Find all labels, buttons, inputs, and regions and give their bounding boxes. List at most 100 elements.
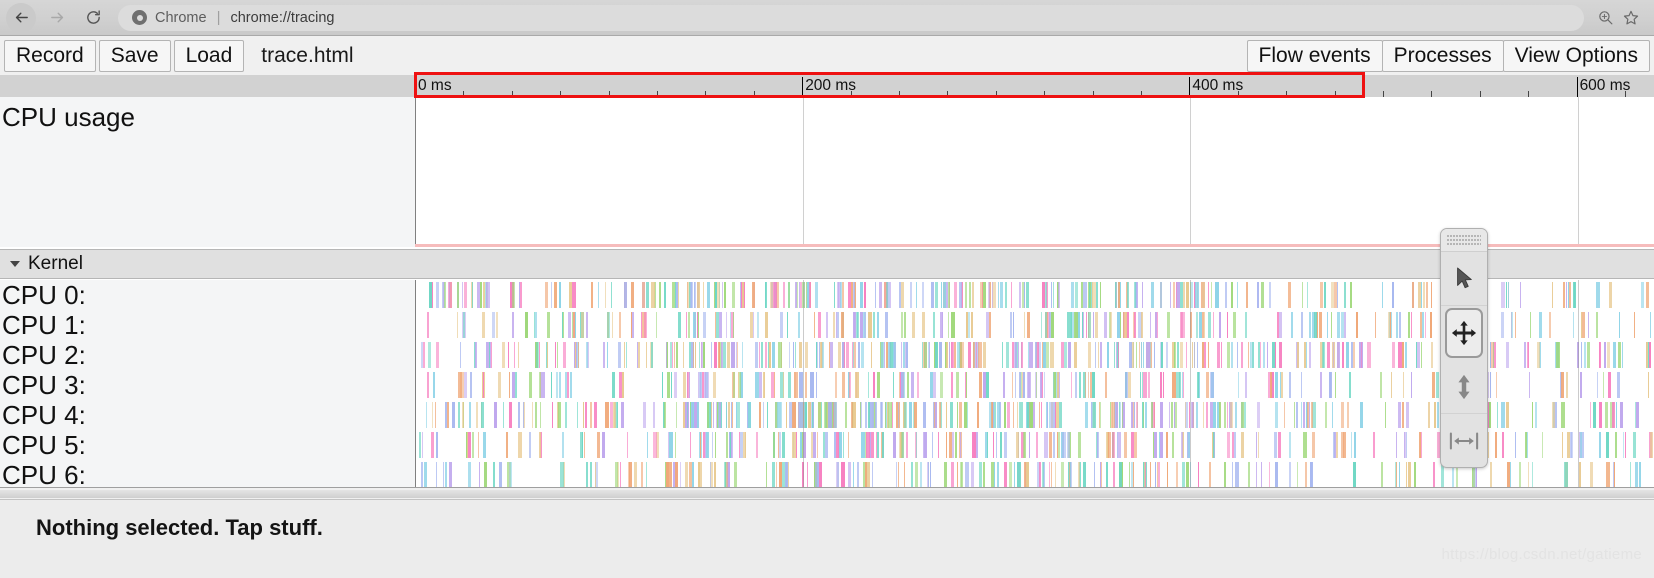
trace-slice[interactable] xyxy=(1352,342,1355,368)
trace-slice[interactable] xyxy=(1142,372,1147,398)
trace-slice[interactable] xyxy=(1548,312,1551,338)
trace-slice[interactable] xyxy=(597,282,599,308)
trace-slice[interactable] xyxy=(860,282,864,308)
trace-slice[interactable] xyxy=(910,372,914,398)
trace-slice[interactable] xyxy=(1562,432,1564,458)
trace-slice[interactable] xyxy=(1344,312,1346,338)
trace-slice[interactable] xyxy=(759,372,763,398)
trace-slice[interactable] xyxy=(726,312,728,338)
trace-slice[interactable] xyxy=(483,432,487,458)
trace-slice[interactable] xyxy=(1580,372,1582,398)
trace-slice[interactable] xyxy=(1224,402,1227,428)
trace-slice[interactable] xyxy=(1216,342,1220,368)
trace-slice[interactable] xyxy=(1014,342,1017,368)
trace-slice[interactable] xyxy=(617,342,621,368)
trace-slice[interactable] xyxy=(553,282,557,308)
trace-slice[interactable] xyxy=(821,402,823,428)
trace-slice[interactable] xyxy=(1309,462,1312,487)
trace-slice[interactable] xyxy=(1124,312,1127,338)
trace-slice[interactable] xyxy=(1202,282,1206,308)
trace-slice[interactable] xyxy=(904,462,905,487)
trace-slice[interactable] xyxy=(1023,432,1026,458)
trace-slice[interactable] xyxy=(1175,372,1180,398)
trace-slice[interactable] xyxy=(872,312,875,338)
trace-slice[interactable] xyxy=(1380,372,1383,398)
trace-slice[interactable] xyxy=(748,402,752,428)
trace-slice[interactable] xyxy=(1091,282,1093,308)
trace-slice[interactable] xyxy=(1004,432,1008,458)
trace-slice[interactable] xyxy=(1087,312,1091,338)
trace-slice[interactable] xyxy=(1560,372,1564,398)
trace-slice[interactable] xyxy=(652,432,657,458)
trace-slice[interactable] xyxy=(1431,282,1433,308)
trace-slice[interactable] xyxy=(1590,402,1592,428)
trace-slice[interactable] xyxy=(1396,312,1399,338)
trace-slice[interactable] xyxy=(911,312,915,338)
trace-slice[interactable] xyxy=(763,372,765,398)
trace-slice[interactable] xyxy=(1251,342,1254,368)
track-label[interactable]: CPU 3: xyxy=(0,370,415,400)
trace-slice[interactable] xyxy=(461,402,464,428)
trace-slice[interactable] xyxy=(1196,402,1199,428)
trace-slice[interactable] xyxy=(1243,402,1246,428)
trace-slice[interactable] xyxy=(851,342,853,368)
trace-slice[interactable] xyxy=(566,372,569,398)
track-label[interactable]: CPU 5: xyxy=(0,430,415,460)
trace-slice[interactable] xyxy=(949,432,953,458)
trace-slice[interactable] xyxy=(737,342,739,368)
trace-slice[interactable] xyxy=(766,402,768,428)
trace-slice[interactable] xyxy=(1145,402,1147,428)
trace-slice[interactable] xyxy=(1341,402,1345,428)
trace-slice[interactable] xyxy=(1038,402,1040,428)
trace-slice[interactable] xyxy=(1066,432,1070,458)
trace-slice[interactable] xyxy=(1289,462,1292,487)
trace-slice[interactable] xyxy=(854,372,859,398)
trace-slice[interactable] xyxy=(1607,372,1611,398)
trace-slice[interactable] xyxy=(732,282,736,308)
trace-slice[interactable] xyxy=(951,312,956,338)
trace-slice[interactable] xyxy=(727,342,730,368)
trace-slice[interactable] xyxy=(935,402,937,428)
trace-slice[interactable] xyxy=(621,402,624,428)
trace-slice[interactable] xyxy=(1301,372,1303,398)
trace-slice[interactable] xyxy=(1396,432,1398,458)
trace-slice[interactable] xyxy=(1147,372,1150,398)
trace-slice[interactable] xyxy=(1127,282,1130,308)
trace-slice[interactable] xyxy=(1496,402,1498,428)
trace-slice[interactable] xyxy=(787,282,790,308)
trace-slice[interactable] xyxy=(476,282,480,308)
trace-slice[interactable] xyxy=(1278,312,1282,338)
trace-slice[interactable] xyxy=(875,402,878,428)
trace-slice[interactable] xyxy=(1115,342,1117,368)
trace-slice[interactable] xyxy=(699,372,702,398)
trace-slice[interactable] xyxy=(813,402,815,428)
trace-slice[interactable] xyxy=(1023,462,1026,487)
trace-slice[interactable] xyxy=(1026,282,1030,308)
track-label[interactable]: CPU 0: xyxy=(0,280,415,310)
trace-slice[interactable] xyxy=(769,342,772,368)
timeline-ruler[interactable]: 0 ms 200 ms 400 ms 600 ms xyxy=(0,75,1654,97)
trace-slice[interactable] xyxy=(464,282,468,308)
horizontal-scrollbar[interactable] xyxy=(0,487,1654,500)
trace-slice[interactable] xyxy=(524,312,528,338)
trace-slice[interactable] xyxy=(700,432,702,458)
trace-slice[interactable] xyxy=(1247,342,1249,368)
trace-slice[interactable] xyxy=(794,342,796,368)
trace-slice[interactable] xyxy=(715,312,719,338)
trace-slice[interactable] xyxy=(1288,432,1291,458)
trace-slice[interactable] xyxy=(674,432,676,458)
trace-slice[interactable] xyxy=(800,282,803,308)
trace-slice[interactable] xyxy=(647,432,649,458)
trace-slice[interactable] xyxy=(1092,372,1096,398)
trace-slice[interactable] xyxy=(1390,312,1391,338)
trace-slice[interactable] xyxy=(1082,462,1086,487)
trace-slice[interactable] xyxy=(1122,402,1123,428)
trace-slice[interactable] xyxy=(703,312,706,338)
trace-slice[interactable] xyxy=(1240,402,1244,428)
trace-slice[interactable] xyxy=(514,372,517,398)
trace-slice[interactable] xyxy=(1506,342,1510,368)
trace-slice[interactable] xyxy=(809,282,812,308)
trace-slice[interactable] xyxy=(1366,342,1371,368)
trace-slice[interactable] xyxy=(965,312,968,338)
trace-slice[interactable] xyxy=(1166,312,1169,338)
